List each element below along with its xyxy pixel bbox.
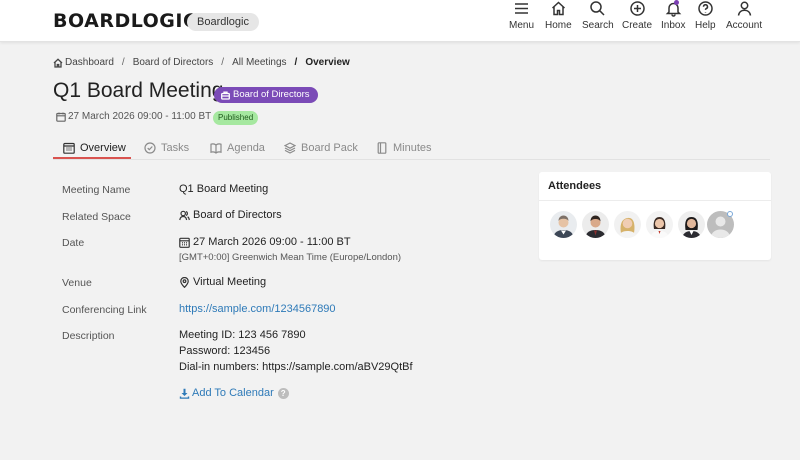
top-bar: BOARDLOGIC Boardlogic Menu Home Search C… <box>0 0 800 42</box>
tab-overview-label: Overview <box>80 142 126 154</box>
attendee-avatar[interactable] <box>582 211 609 238</box>
home-icon <box>53 57 63 68</box>
meeting-name-value: Q1 Board Meeting <box>179 183 269 195</box>
nav-menu-button[interactable]: Menu <box>509 0 534 31</box>
calendar-grid-icon <box>179 237 190 248</box>
person-photo-icon <box>550 211 577 238</box>
download-icon <box>179 388 190 399</box>
venue-value: Virtual Meeting <box>179 276 266 288</box>
description-line: Meeting ID: 123 456 7890 <box>179 329 306 341</box>
tab-overview[interactable]: Overview <box>63 137 126 159</box>
nav-inbox-button[interactable]: Inbox <box>661 0 685 31</box>
description-line: Password: 123456 <box>179 345 271 357</box>
nav-search-label: Search <box>582 20 614 31</box>
check-circle-icon <box>144 142 156 154</box>
attendees-panel: Attendees <box>539 172 771 260</box>
nav-search-button[interactable]: Search <box>582 0 614 31</box>
location-pin-icon <box>180 276 189 288</box>
attendee-avatar[interactable] <box>614 211 641 238</box>
breadcrumb-separator: / <box>294 57 298 68</box>
meeting-dateline: 27 March 2026 09:00 - 11:00 BT <box>56 111 211 122</box>
app-logo[interactable]: BOARDLOGIC <box>53 10 197 32</box>
add-to-calendar-button[interactable]: Add To Calendar ? <box>179 387 289 399</box>
venue-label: Venue <box>62 277 92 289</box>
book-icon <box>210 143 222 154</box>
calendar-icon <box>56 112 66 122</box>
nav-home-button[interactable]: Home <box>545 0 572 31</box>
space-badge-label: Board of Directors <box>233 89 310 100</box>
breadcrumb: Dashboard / Board of Directors / All Mee… <box>53 57 350 68</box>
description-label: Description <box>62 330 115 342</box>
person-photo-icon <box>614 211 641 238</box>
help-icon[interactable]: ? <box>277 387 289 399</box>
nav-create-label: Create <box>622 20 653 31</box>
attendee-avatar[interactable] <box>646 211 673 238</box>
conferencing-link[interactable]: https://sample.com/1234567890 <box>179 303 336 315</box>
menu-icon <box>515 3 528 14</box>
person-photo-icon <box>678 211 705 238</box>
user-icon <box>737 1 751 16</box>
tab-agenda-label: Agenda <box>227 142 265 154</box>
tabs-divider <box>53 159 770 160</box>
tab-board-pack-label: Board Pack <box>301 142 358 154</box>
calendar-grid-icon <box>63 142 75 154</box>
venue-text: Virtual Meeting <box>193 276 267 288</box>
space-badge[interactable]: Board of Directors <box>214 87 318 103</box>
related-space-value[interactable]: Board of Directors <box>179 209 282 221</box>
breadcrumb-current: Overview <box>305 57 350 68</box>
tab-minutes[interactable]: Minutes <box>376 137 432 159</box>
nav-menu-label: Menu <box>509 20 535 31</box>
description-line: Dial-in numbers: https://sample.com/aBV2… <box>179 361 413 373</box>
plus-circle-icon <box>629 1 645 16</box>
nav-create-button[interactable]: Create <box>622 0 652 31</box>
nav-help-button[interactable]: Help <box>695 0 716 31</box>
nav-account-button[interactable]: Account <box>726 0 762 31</box>
nav-home-label: Home <box>545 20 572 31</box>
person-photo-icon <box>646 211 673 238</box>
status-badge: Published <box>213 111 259 125</box>
briefcase-icon <box>221 91 230 100</box>
attendees-divider <box>539 200 771 201</box>
nav-help-label: Help <box>695 20 716 31</box>
person-photo-icon <box>582 211 609 238</box>
tab-minutes-label: Minutes <box>393 142 432 154</box>
breadcrumb-board-of-directors[interactable]: Board of Directors <box>133 57 214 68</box>
users-icon <box>179 210 190 220</box>
breadcrumb-dashboard[interactable]: Dashboard <box>65 57 114 68</box>
attendee-avatar[interactable] <box>678 211 705 238</box>
nav-inbox-label: Inbox <box>661 20 686 31</box>
related-space-label: Related Space <box>62 211 131 223</box>
meeting-date-text: 27 March 2026 09:00 - 11:00 BT <box>68 111 212 122</box>
breadcrumb-all-meetings[interactable]: All Meetings <box>232 57 286 68</box>
home-icon <box>551 1 565 16</box>
attendees-title: Attendees <box>548 180 602 192</box>
related-space-text: Board of Directors <box>193 209 282 221</box>
add-attendee-indicator[interactable] <box>727 211 733 217</box>
meeting-name-label: Meeting Name <box>62 184 131 196</box>
search-icon <box>590 1 605 16</box>
tab-board-pack[interactable]: Board Pack <box>284 137 358 159</box>
nav-account-label: Account <box>726 20 763 31</box>
date-text: 27 March 2026 09:00 - 11:00 BT <box>193 236 351 248</box>
conferencing-link-label: Conferencing Link <box>62 304 147 316</box>
organization-pill[interactable]: Boardlogic <box>187 13 259 31</box>
attendee-avatar[interactable] <box>550 211 577 238</box>
page-title: Q1 Board Meeting <box>53 79 224 102</box>
tab-agenda[interactable]: Agenda <box>210 137 265 159</box>
layers-icon <box>284 142 296 154</box>
document-icon <box>377 142 387 154</box>
breadcrumb-separator: / <box>221 57 225 68</box>
breadcrumb-separator: / <box>121 57 125 68</box>
help-icon <box>698 1 713 16</box>
add-to-calendar-label: Add To Calendar <box>192 387 274 399</box>
date-timezone: [GMT+0:00] Greenwich Mean Time (Europe/L… <box>179 252 402 263</box>
tab-tasks[interactable]: Tasks <box>144 137 189 159</box>
bell-icon <box>665 2 682 17</box>
date-label: Date <box>62 237 85 249</box>
date-value: 27 March 2026 09:00 - 11:00 BT <box>179 236 351 248</box>
tab-tasks-label: Tasks <box>161 142 190 154</box>
